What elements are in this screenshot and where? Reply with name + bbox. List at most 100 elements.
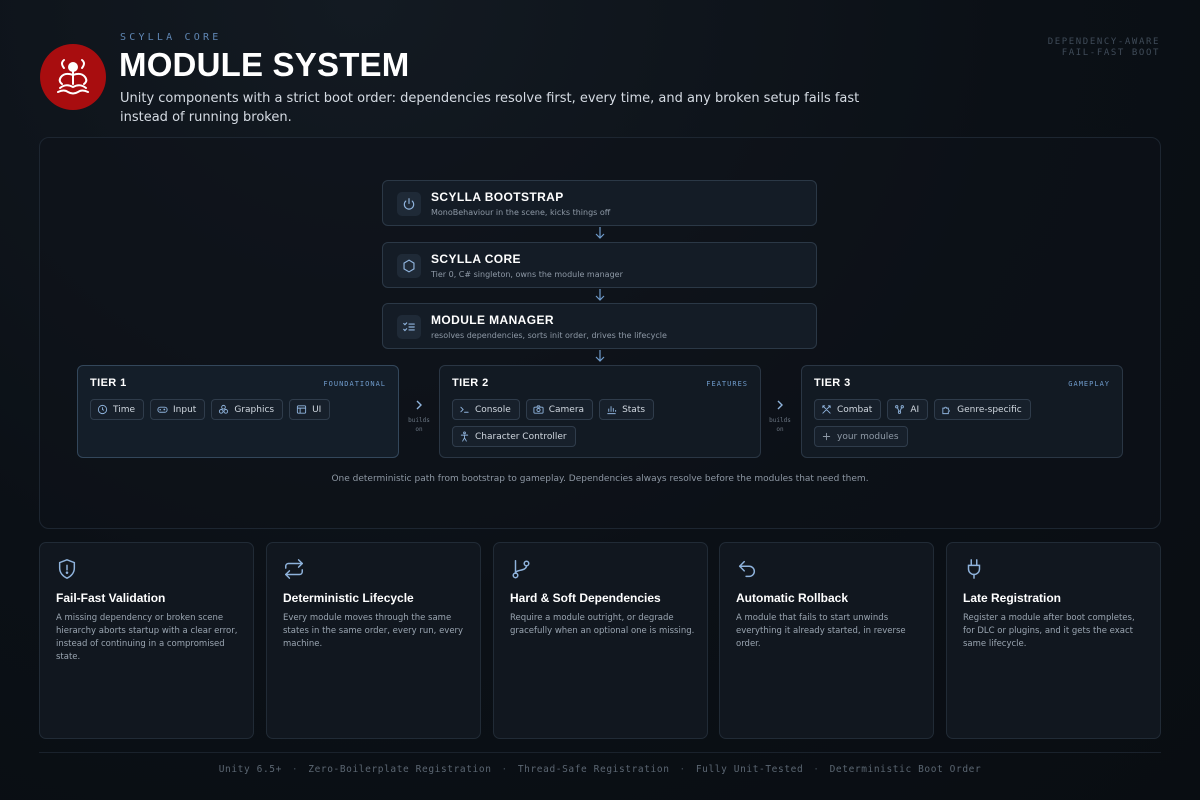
footer-item: Deterministic Boot Order — [829, 764, 982, 775]
feature-title: Automatic Rollback — [736, 591, 849, 605]
page-title: MODULE SYSTEM — [119, 46, 410, 83]
module-chip-console: Console — [452, 399, 520, 420]
module-chip-label: Genre-specific — [957, 404, 1022, 415]
chain-box-bootstrap: SCYLLA BOOTSTRAP MonoBehaviour in the sc… — [382, 180, 817, 226]
eyebrow-label: SCYLLA CORE — [120, 32, 222, 43]
footer-feature-list: Unity 6.5+ · Zero-Boilerplate Registration… — [0, 764, 1200, 775]
checklist-icon — [397, 315, 421, 339]
person-icon — [460, 431, 469, 442]
builds-on-label: builds — [769, 417, 791, 424]
layout-icon — [297, 405, 307, 414]
puzzle-icon — [942, 406, 950, 415]
module-chip-label: Time — [113, 404, 136, 415]
module-chip-label: Graphics — [234, 404, 275, 415]
module-chip-combat: Combat — [814, 399, 882, 420]
tier-name: TIER 3 — [814, 377, 851, 389]
architecture-caption: One deterministic path from bootstrap to… — [331, 474, 869, 484]
module-chip-stats: Stats — [599, 399, 655, 420]
footer-separator: · — [291, 764, 299, 775]
shield-alert-icon — [58, 559, 76, 579]
clock-icon — [97, 404, 108, 415]
tier-2-card: TIER 2 FEATURES Console Camera Stats Cha… — [439, 365, 761, 458]
feature-card-fail-fast: Fail-Fast Validation A missing dependenc… — [39, 542, 254, 739]
tier-tag: GAMEPLAY — [1068, 380, 1110, 388]
feature-title: Hard & Soft Dependencies — [510, 591, 661, 605]
module-chip-list: Combat AI Genre-specific your modules — [814, 399, 1112, 447]
chain-subtitle: Tier 0, C# singleton, owns the module ma… — [431, 270, 623, 279]
module-chip-ai: AI — [887, 399, 929, 420]
feature-body: Require a module outright, or degrade gr… — [510, 613, 695, 636]
tier-name: TIER 2 — [452, 377, 489, 389]
module-chip-graphics: Graphics — [211, 399, 284, 420]
module-chip-label: Combat — [837, 404, 873, 415]
plus-icon — [822, 432, 831, 441]
footer-separator: · — [813, 764, 820, 775]
network-icon — [895, 405, 905, 414]
chain-title: SCYLLA CORE — [431, 252, 521, 266]
repeat-icon — [285, 559, 303, 579]
top-right-tagline: DEPENDENCY-AWARE FAIL-FAST BOOT — [1048, 37, 1160, 59]
footer-item: Fully Unit-Tested — [695, 764, 804, 775]
hexagon-icon — [397, 254, 421, 278]
footer-item: Unity 6.5+ — [218, 764, 282, 775]
builds-on-label: on — [776, 426, 784, 433]
plug-icon — [967, 559, 981, 579]
power-icon — [397, 192, 421, 216]
shapes-icon — [219, 404, 229, 414]
module-chip-label: Stats — [622, 404, 646, 415]
git-branch-icon — [512, 560, 530, 579]
module-chip-your-modules: your modules — [814, 426, 908, 447]
module-chip-input: Input — [150, 399, 206, 420]
crossed-swords-icon — [822, 405, 831, 414]
footer-divider — [39, 752, 1161, 753]
module-chip-label: AI — [910, 404, 920, 415]
down-arrow-icon — [595, 289, 605, 301]
feature-card-late-registration: Late Registration Register a module afte… — [946, 542, 1161, 739]
feature-title: Deterministic Lifecycle — [283, 591, 414, 605]
module-chip-label: Character Controller — [475, 431, 567, 442]
chain-subtitle: resolves dependencies, sorts init order,… — [431, 331, 667, 340]
tier-name: TIER 1 — [90, 377, 127, 389]
feature-card-dependencies: Hard & Soft Dependencies Require a modul… — [493, 542, 708, 739]
builds-on-label: on — [415, 426, 423, 433]
module-chip-list: Time Input Graphics UI — [90, 399, 388, 420]
module-chip-genre-specific: Genre-specific — [934, 399, 1031, 420]
footer-separator: · — [501, 764, 508, 775]
chain-title: SCYLLA BOOTSTRAP — [431, 190, 564, 204]
feature-body: Every module moves through the same stat… — [283, 613, 464, 649]
tier-1-card: TIER 1 FOUNDATIONAL Time Input Graphics … — [77, 365, 399, 458]
chain-title: MODULE MANAGER — [431, 313, 554, 327]
terminal-icon — [460, 406, 469, 413]
module-chip-label: Console — [475, 404, 511, 415]
down-arrow-icon — [595, 350, 605, 362]
chevron-right-icon — [777, 400, 783, 410]
feature-title: Fail-Fast Validation — [56, 591, 166, 605]
chain-box-module-manager: MODULE MANAGER resolves dependencies, so… — [382, 303, 817, 349]
module-chip-character-controller: Character Controller — [452, 426, 576, 447]
module-chip-label: Input — [173, 404, 197, 415]
gamepad-icon — [157, 406, 168, 413]
down-arrow-icon — [595, 227, 605, 239]
feature-body: A missing dependency or broken scene hie… — [56, 613, 238, 662]
module-chip-camera: Camera — [525, 399, 594, 420]
bar-chart-icon — [607, 406, 617, 415]
chain-subtitle: MonoBehaviour in the scene, kicks things… — [431, 208, 611, 217]
tier-3-card: TIER 3 GAMEPLAY Combat AI Genre-specific… — [801, 365, 1123, 458]
builds-on-label: builds — [408, 417, 430, 424]
tier-tag: FEATURES — [706, 380, 748, 388]
tagline-line-2: FAIL-FAST BOOT — [1061, 48, 1160, 58]
feature-title: Late Registration — [963, 591, 1062, 605]
footer-separator: · — [679, 764, 686, 775]
feature-body: Register a module after boot completes, … — [963, 613, 1135, 649]
undo-icon — [738, 560, 755, 578]
feature-card-deterministic-lifecycle: Deterministic Lifecycle Every module mov… — [266, 542, 481, 739]
module-chip-label: UI — [312, 404, 322, 415]
chain-box-core: SCYLLA CORE Tier 0, C# singleton, owns t… — [382, 242, 817, 288]
feature-card-rollback: Automatic Rollback A module that fails t… — [719, 542, 934, 739]
footer-item: Thread-Safe Registration — [517, 764, 670, 775]
camera-icon — [533, 405, 544, 414]
tagline-line-1: DEPENDENCY-AWARE — [1047, 37, 1160, 47]
builds-on-connector: builds on — [768, 396, 792, 433]
module-chip-label: your modules — [837, 431, 899, 442]
footer-item: Zero-Boilerplate Registration — [308, 764, 492, 775]
